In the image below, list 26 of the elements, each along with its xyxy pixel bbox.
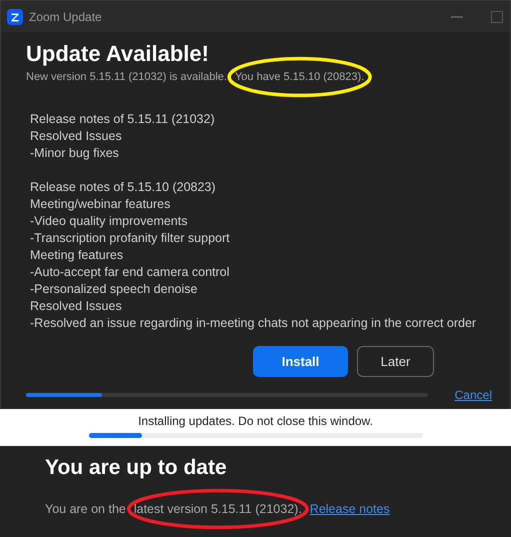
- release-notes-link[interactable]: Release notes: [310, 502, 390, 516]
- release-note-line: -Auto-accept far end camera control: [30, 264, 230, 281]
- later-button[interactable]: Later: [357, 346, 434, 377]
- release-note-line: -Video quality improvements: [30, 213, 188, 230]
- cancel-link[interactable]: Cancel: [454, 388, 492, 402]
- new-version-text: New version 5.15.11 (21032) is available.: [26, 71, 227, 83]
- maximize-icon[interactable]: [490, 10, 504, 24]
- release-note-line: Release notes of 5.15.11 (21032): [30, 111, 216, 128]
- up-to-date-heading: You are up to date: [45, 456, 228, 480]
- release-note-line: -Resolved an issue regarding in-meeting chats not appearing in the correct order: [30, 315, 478, 332]
- app-logo-icon: [7, 8, 23, 24]
- status-text: You are on the: [45, 502, 126, 516]
- release-note-line: Meeting features: [30, 247, 124, 264]
- release-note-line: -Minor bug fixes: [30, 145, 120, 162]
- installed-version-text: You have 5.15.10 (20823).: [234, 71, 364, 83]
- release-note-line: Release notes of 5.15.10 (20823): [30, 179, 217, 196]
- update-heading: Update Available!: [26, 40, 210, 68]
- release-note-line: -Transcription profanity filter support: [30, 230, 231, 247]
- release-note-line: Meeting/webinar features: [30, 196, 172, 213]
- latest-version-text: latest version 5.15.11 (21032).: [134, 502, 302, 516]
- installing-message: Installing updates. Do not close this window.: [138, 413, 373, 429]
- release-note-line: -Personalized speech denoise: [30, 281, 198, 298]
- release-note-line: Resolved Issues: [30, 128, 123, 145]
- window-title: Zoom Update: [29, 10, 103, 24]
- release-note-line: Resolved Issues: [30, 298, 123, 315]
- install-button[interactable]: Install: [253, 346, 348, 377]
